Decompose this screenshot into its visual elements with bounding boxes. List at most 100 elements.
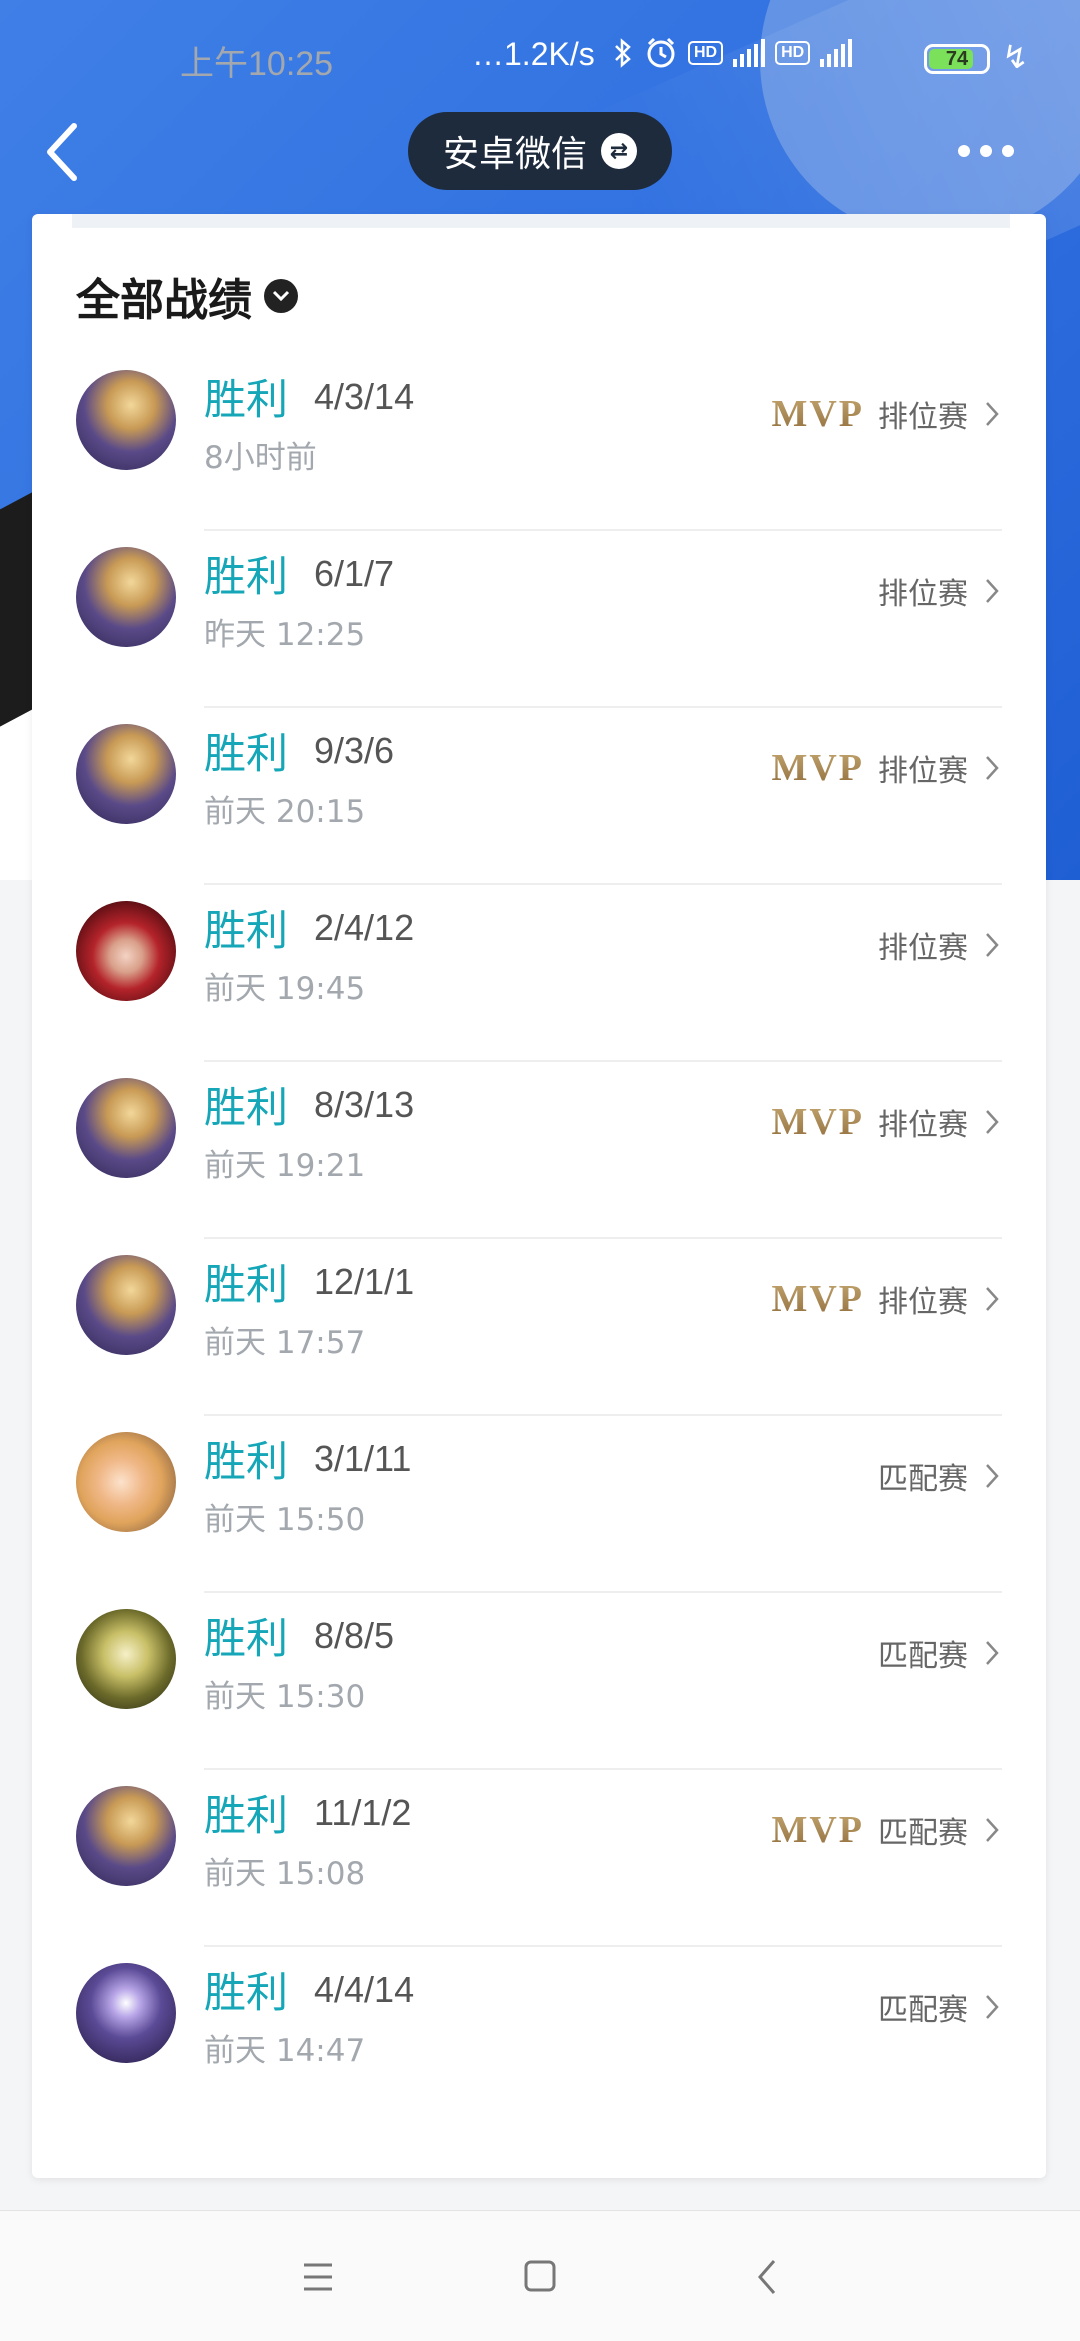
- match-kda: 4/3/14: [314, 376, 415, 417]
- more-dot: [1002, 145, 1014, 157]
- chevron-right-icon: [986, 1818, 999, 1842]
- match-history-card: 全部战绩 胜利 4/3/14 8小时前 MVP 排位赛 胜利 6/1/7 昨天 12:25 排位…: [32, 214, 1046, 2178]
- status-icons: HD HD: [612, 36, 853, 70]
- more-dot: [980, 145, 992, 157]
- match-time: 前天 15:08: [204, 1856, 366, 1892]
- hero-avatar: [76, 724, 176, 824]
- match-mode: 匹配赛: [878, 1639, 968, 1674]
- match-meta: 排位赛: [878, 569, 1002, 613]
- match-meta: MVP 匹配赛: [771, 1808, 1002, 1852]
- match-kda: 8/8/5: [314, 1615, 395, 1656]
- match-mode: 排位赛: [878, 400, 968, 435]
- match-meta: 匹配赛: [878, 1631, 1002, 1675]
- match-result: 胜利: [204, 1260, 289, 1309]
- chevron-right-icon: [986, 933, 999, 957]
- match-time: 前天 17:57: [204, 1325, 366, 1361]
- match-result: 胜利: [204, 906, 289, 955]
- match-mode: 匹配赛: [878, 1462, 968, 1497]
- account-switch-button[interactable]: 安卓微信 ⇄: [408, 112, 672, 190]
- match-row[interactable]: 胜利 4/4/14 前天 14:47 匹配赛: [32, 1947, 1046, 2124]
- match-row[interactable]: 胜利 8/3/13 前天 19:21 MVP 排位赛: [32, 1062, 1046, 1239]
- back-nav-icon[interactable]: [738, 2255, 798, 2299]
- mvp-badge: MVP: [771, 1809, 864, 1851]
- match-kda: 3/1/11: [314, 1438, 412, 1479]
- match-time: 前天 19:21: [204, 1148, 366, 1184]
- match-row[interactable]: 胜利 4/3/14 8小时前 MVP 排位赛: [32, 354, 1046, 531]
- match-result: 胜利: [204, 1437, 289, 1486]
- match-time: 前天 15:50: [204, 1502, 366, 1538]
- match-list: 胜利 4/3/14 8小时前 MVP 排位赛 胜利 6/1/7 昨天 12:25 排位赛 胜利 9/…: [32, 354, 1046, 2124]
- hero-avatar: [76, 1432, 176, 1532]
- match-row[interactable]: 胜利 3/1/11 前天 15:50 匹配赛: [32, 1416, 1046, 1593]
- match-result: 胜利: [204, 552, 289, 601]
- match-kda: 6/1/7: [314, 553, 395, 594]
- match-mode: 排位赛: [878, 1108, 968, 1143]
- match-time: 前天 19:45: [204, 971, 366, 1007]
- chevron-right-icon: [986, 1110, 999, 1134]
- more-button[interactable]: [958, 138, 1024, 164]
- match-kda: 8/3/13: [314, 1084, 415, 1125]
- match-meta: 匹配赛: [878, 1454, 1002, 1498]
- match-mode: 排位赛: [878, 577, 968, 612]
- match-row[interactable]: 胜利 6/1/7 昨天 12:25 排位赛: [32, 531, 1046, 708]
- home-icon[interactable]: [510, 2255, 570, 2299]
- bluetooth-icon: [615, 38, 631, 68]
- hero-avatar: [76, 1609, 176, 1709]
- mvp-badge: MVP: [771, 393, 864, 435]
- battery-icon: 74: [924, 44, 990, 74]
- chevron-right-icon: [986, 1995, 999, 2019]
- match-result: 胜利: [204, 1614, 289, 1663]
- status-bar: 上午10:25 …1.2K/s HD HD 74 ↯: [0, 0, 1080, 120]
- match-row[interactable]: 胜利 8/8/5 前天 15:30 匹配赛: [32, 1593, 1046, 1770]
- match-kda: 2/4/12: [314, 907, 415, 948]
- match-meta: 匹配赛: [878, 1985, 1002, 2029]
- back-icon[interactable]: [36, 116, 96, 188]
- hero-avatar: [76, 1963, 176, 2063]
- filter-dropdown[interactable]: 全部战绩: [76, 264, 298, 328]
- status-time: 上午10:25: [180, 45, 334, 83]
- chevron-right-icon: [986, 579, 999, 603]
- charging-icon: ↯: [1002, 38, 1029, 76]
- hero-avatar: [76, 370, 176, 470]
- chevron-down-icon: [264, 279, 298, 313]
- match-time: 8小时前: [204, 440, 317, 476]
- match-kda: 4/4/14: [314, 1969, 415, 2010]
- match-kda: 12/1/1: [314, 1261, 415, 1302]
- match-row[interactable]: 胜利 12/1/1 前天 17:57 MVP 排位赛: [32, 1239, 1046, 1416]
- chevron-right-icon: [986, 1641, 999, 1665]
- mvp-badge: MVP: [771, 747, 864, 789]
- hero-avatar: [76, 901, 176, 1001]
- signal-icon-2: [820, 39, 853, 67]
- network-speed-value: 1.2K/s: [504, 36, 595, 72]
- hd-badge-2: HD: [775, 41, 811, 65]
- match-row[interactable]: 胜利 11/1/2 前天 15:08 MVP 匹配赛: [32, 1770, 1046, 1947]
- match-mode: 排位赛: [878, 1285, 968, 1320]
- match-result: 胜利: [204, 729, 289, 778]
- battery-percent: 74: [945, 48, 969, 70]
- section-title: 全部战绩: [76, 275, 252, 326]
- network-speed: …1.2K/s: [472, 36, 595, 72]
- match-mode: 排位赛: [878, 754, 968, 789]
- match-time: 前天 15:30: [204, 1679, 366, 1715]
- hero-avatar: [76, 1078, 176, 1178]
- hero-avatar: [76, 1786, 176, 1886]
- nav-title: 安卓微信: [442, 134, 587, 175]
- hd-badge: HD: [688, 41, 724, 65]
- match-kda: 9/3/6: [314, 730, 395, 771]
- match-meta: MVP 排位赛: [771, 1100, 1002, 1144]
- chevron-right-icon: [986, 756, 999, 780]
- chevron-right-icon: [986, 402, 999, 426]
- match-meta: MVP 排位赛: [771, 392, 1002, 436]
- match-result: 胜利: [204, 1083, 289, 1132]
- match-meta: 排位赛: [878, 923, 1002, 967]
- chevron-right-icon: [986, 1464, 999, 1488]
- match-row[interactable]: 胜利 9/3/6 前天 20:15 MVP 排位赛: [32, 708, 1046, 885]
- card-top-bar: [72, 214, 1010, 228]
- mvp-badge: MVP: [771, 1278, 864, 1320]
- system-navigation-bar: [0, 2210, 1080, 2341]
- hero-avatar: [76, 547, 176, 647]
- match-meta: MVP 排位赛: [771, 746, 1002, 790]
- match-row[interactable]: 胜利 2/4/12 前天 19:45 排位赛: [32, 885, 1046, 1062]
- signal-icon: [733, 39, 766, 67]
- menu-icon[interactable]: [288, 2255, 348, 2299]
